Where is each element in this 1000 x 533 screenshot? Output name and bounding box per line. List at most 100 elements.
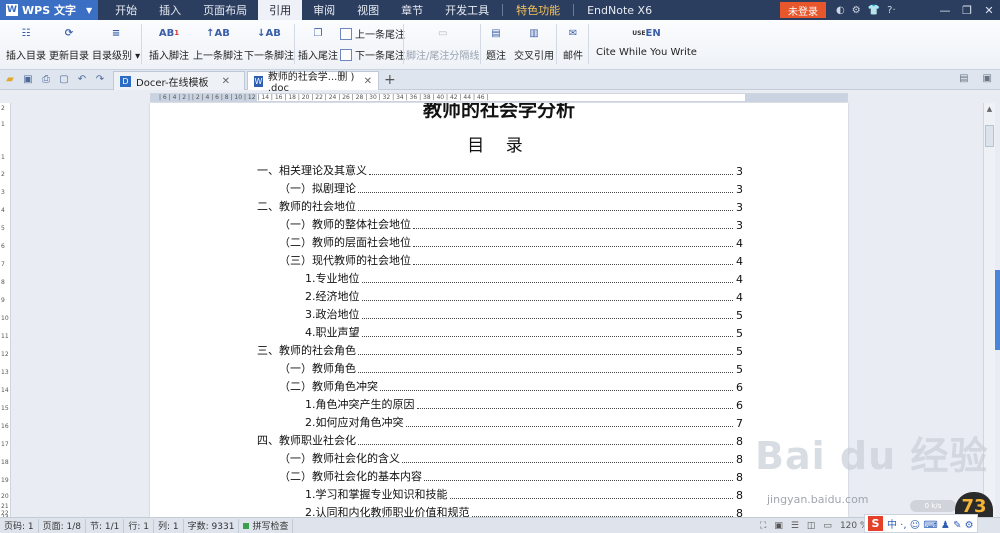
- menu-page-layout[interactable]: 页面布局: [192, 0, 258, 20]
- open-folder-icon[interactable]: ▰: [4, 74, 16, 85]
- toc-entry-text: 三、教师的社会角色: [257, 342, 358, 358]
- toc-entry[interactable]: （一）教师角色 5: [257, 358, 743, 376]
- status-page-code: 页码: 1: [0, 518, 39, 533]
- toc-entry[interactable]: （二）教师角色冲突 6: [257, 376, 743, 394]
- tab-document[interactable]: W 教师的社会学...删 ) .doc ✕: [247, 71, 379, 94]
- minimize-icon[interactable]: —: [934, 0, 956, 20]
- toc-entry[interactable]: 三、教师的社会角色 5: [257, 340, 743, 358]
- toc-entry[interactable]: （一）教师的整体社会地位 3: [257, 214, 743, 232]
- status-page[interactable]: 页面: 1/8: [39, 518, 87, 533]
- full-screen-view-icon[interactable]: ⛶: [760, 521, 766, 531]
- toc-level-button[interactable]: ≡ 目录级别 ▾: [92, 22, 140, 63]
- toc-leader-dots: [361, 318, 733, 319]
- cross-reference-button[interactable]: ▥ 交叉引用: [514, 22, 554, 63]
- insert-endnote-button[interactable]: ❐ 插入尾注: [298, 22, 338, 63]
- toc-entry[interactable]: 1.学习和掌握专业知识和技能 8: [257, 484, 743, 502]
- toc-entry-page: 5: [736, 327, 743, 340]
- undo-icon[interactable]: ↶: [76, 74, 88, 85]
- insert-footnote-button[interactable]: AB 1 插入脚注: [149, 22, 189, 63]
- menu-endnote[interactable]: EndNote X6: [576, 0, 663, 20]
- prev-footnote-button[interactable]: ↑ AB 上一条脚注: [193, 22, 243, 63]
- ime-status-icons[interactable]: 中 ·, ☺ ⌨ ♟ ✎ ⚙: [887, 516, 974, 531]
- toc-entry[interactable]: （二）教师的层面社会地位 4: [257, 232, 743, 250]
- vertical-ruler[interactable]: 2 1 1 2 3 4 5 6 7 8 9 10 11 12 13 14 15 …: [0, 103, 11, 521]
- tab-docer[interactable]: D Docer-在线模板 ✕: [113, 71, 245, 90]
- menu-insert[interactable]: 插入: [148, 0, 192, 20]
- menu-review[interactable]: 审阅: [302, 0, 346, 20]
- toc-entry[interactable]: 二、教师的社会地位 3: [257, 196, 743, 214]
- spell-check-toggle[interactable]: 拼写检查: [239, 518, 294, 533]
- toc-entry-page: 6: [736, 399, 743, 412]
- login-button[interactable]: 未登录: [780, 2, 826, 18]
- gear-icon[interactable]: ⚙: [852, 5, 861, 16]
- app-menu-button[interactable]: W WPS 文字 ▼: [0, 0, 99, 20]
- tab-collapse-icon[interactable]: ▣: [983, 73, 992, 84]
- menu-home[interactable]: 开始: [104, 0, 148, 20]
- help-icon[interactable]: ?·: [887, 5, 896, 16]
- outline-view-icon[interactable]: ☰: [791, 521, 799, 531]
- close-tab-icon[interactable]: ✕: [222, 76, 230, 87]
- next-endnote-icon: [340, 48, 352, 61]
- prev-footnote-icon-text: AB: [214, 27, 230, 39]
- menu-special-features[interactable]: 特色功能: [505, 0, 571, 20]
- status-word-count[interactable]: 字数: 9331: [184, 518, 240, 533]
- mail-button[interactable]: ✉ 邮件: [562, 22, 584, 63]
- cite-while-you-write-button[interactable]: USE EN Cite While You Write: [596, 22, 697, 59]
- toc-entry[interactable]: 3.政治地位 5: [257, 304, 743, 322]
- prev-endnote-button[interactable]: 上一条尾注: [340, 26, 405, 41]
- docer-icon: D: [120, 75, 131, 87]
- toc-entry[interactable]: 2.经济地位 4: [257, 286, 743, 304]
- next-footnote-icon-text: AB: [265, 27, 281, 39]
- toc-entry[interactable]: （一）教师社会化的含义 8: [257, 448, 743, 466]
- save-icon[interactable]: ▣: [22, 74, 34, 85]
- toc-entry[interactable]: 1.角色冲突产生的原因 6: [257, 394, 743, 412]
- toc-entry[interactable]: 1.专业地位 4: [257, 268, 743, 286]
- toc-entry[interactable]: 2.如何应对角色冲突 7: [257, 412, 743, 430]
- menu-section[interactable]: 章节: [390, 0, 434, 20]
- toc-entry[interactable]: 2.认同和内化教师职业价值和规范 8: [257, 502, 743, 517]
- restore-icon[interactable]: ❐: [956, 0, 978, 20]
- print-preview-icon[interactable]: ▢: [58, 74, 70, 85]
- status-bar: 页码: 1 页面: 1/8 节: 1/1 行: 1 列: 1 字数: 9331 …: [0, 517, 1000, 533]
- cross-reference-icon: ▥: [529, 27, 539, 39]
- close-icon[interactable]: ✕: [978, 0, 1000, 20]
- menu-view[interactable]: 视图: [346, 0, 390, 20]
- document-page[interactable]: 教师的社会学分析 目 录 一、相关理论及其意义 3 （一）拟剧理论 3 二、教师的社会地…: [150, 103, 848, 517]
- endnote-logo-icon: USE EN: [632, 22, 661, 44]
- horizontal-ruler[interactable]: | 6 | 4 | 2 | | 2 | 4 | 6 | 8 | 10 | 12 …: [150, 93, 848, 102]
- insert-toc-button[interactable]: ☷ 插入目录: [6, 22, 46, 63]
- toc-entry[interactable]: （一）拟剧理论 3: [257, 178, 743, 196]
- toc-entry[interactable]: 一、相关理论及其意义 3: [257, 160, 743, 178]
- toc-level-icon: ≡: [111, 27, 121, 39]
- ime-toolbar[interactable]: S 中 ·, ☺ ⌨ ♟ ✎ ⚙: [864, 514, 978, 533]
- skin-icon[interactable]: ◐: [836, 5, 845, 16]
- new-tab-button[interactable]: +: [384, 72, 396, 88]
- menu-developer[interactable]: 开发工具: [434, 0, 500, 20]
- toc-entry[interactable]: 四、教师职业社会化 8: [257, 430, 743, 448]
- update-toc-button[interactable]: ⟳ 更新目录: [49, 22, 89, 63]
- print-icon[interactable]: ⎙: [40, 74, 52, 85]
- toc-entry-page: 5: [736, 345, 743, 358]
- toc-entry[interactable]: （二）教师社会化的基本内容 8: [257, 466, 743, 484]
- shirt-icon[interactable]: 👕: [868, 5, 880, 16]
- footnote-separator-button[interactable]: ▭ 脚注/尾注分隔线: [406, 22, 479, 63]
- vertical-scrollbar[interactable]: ▲ ▼: [983, 103, 995, 517]
- close-tab-icon[interactable]: ✕: [364, 76, 372, 87]
- scrollbar-thumb[interactable]: [985, 125, 994, 147]
- ribbon-separator: [588, 24, 589, 64]
- web-view-icon[interactable]: ◫: [807, 521, 816, 531]
- reading-view-icon[interactable]: ▭: [823, 521, 832, 531]
- menu-references[interactable]: 引用: [258, 0, 303, 20]
- side-panel-tab[interactable]: [995, 270, 1000, 350]
- next-footnote-label: 下一条脚注: [244, 51, 294, 62]
- scroll-up-icon[interactable]: ▲: [984, 105, 995, 113]
- tab-list-icon[interactable]: ▤: [959, 73, 968, 84]
- toc-entry[interactable]: （三）现代教师的社会地位 4: [257, 250, 743, 268]
- page-view-icon[interactable]: ▣: [774, 521, 783, 531]
- next-endnote-button[interactable]: 下一条尾注: [340, 47, 405, 62]
- toc-entry[interactable]: 4.职业声望 5: [257, 322, 743, 340]
- redo-icon[interactable]: ↷: [94, 74, 106, 85]
- toc-leader-dots: [449, 498, 733, 499]
- caption-button[interactable]: ▤ 题注: [485, 22, 507, 63]
- next-footnote-button[interactable]: ↓ AB 下一条脚注: [244, 22, 294, 63]
